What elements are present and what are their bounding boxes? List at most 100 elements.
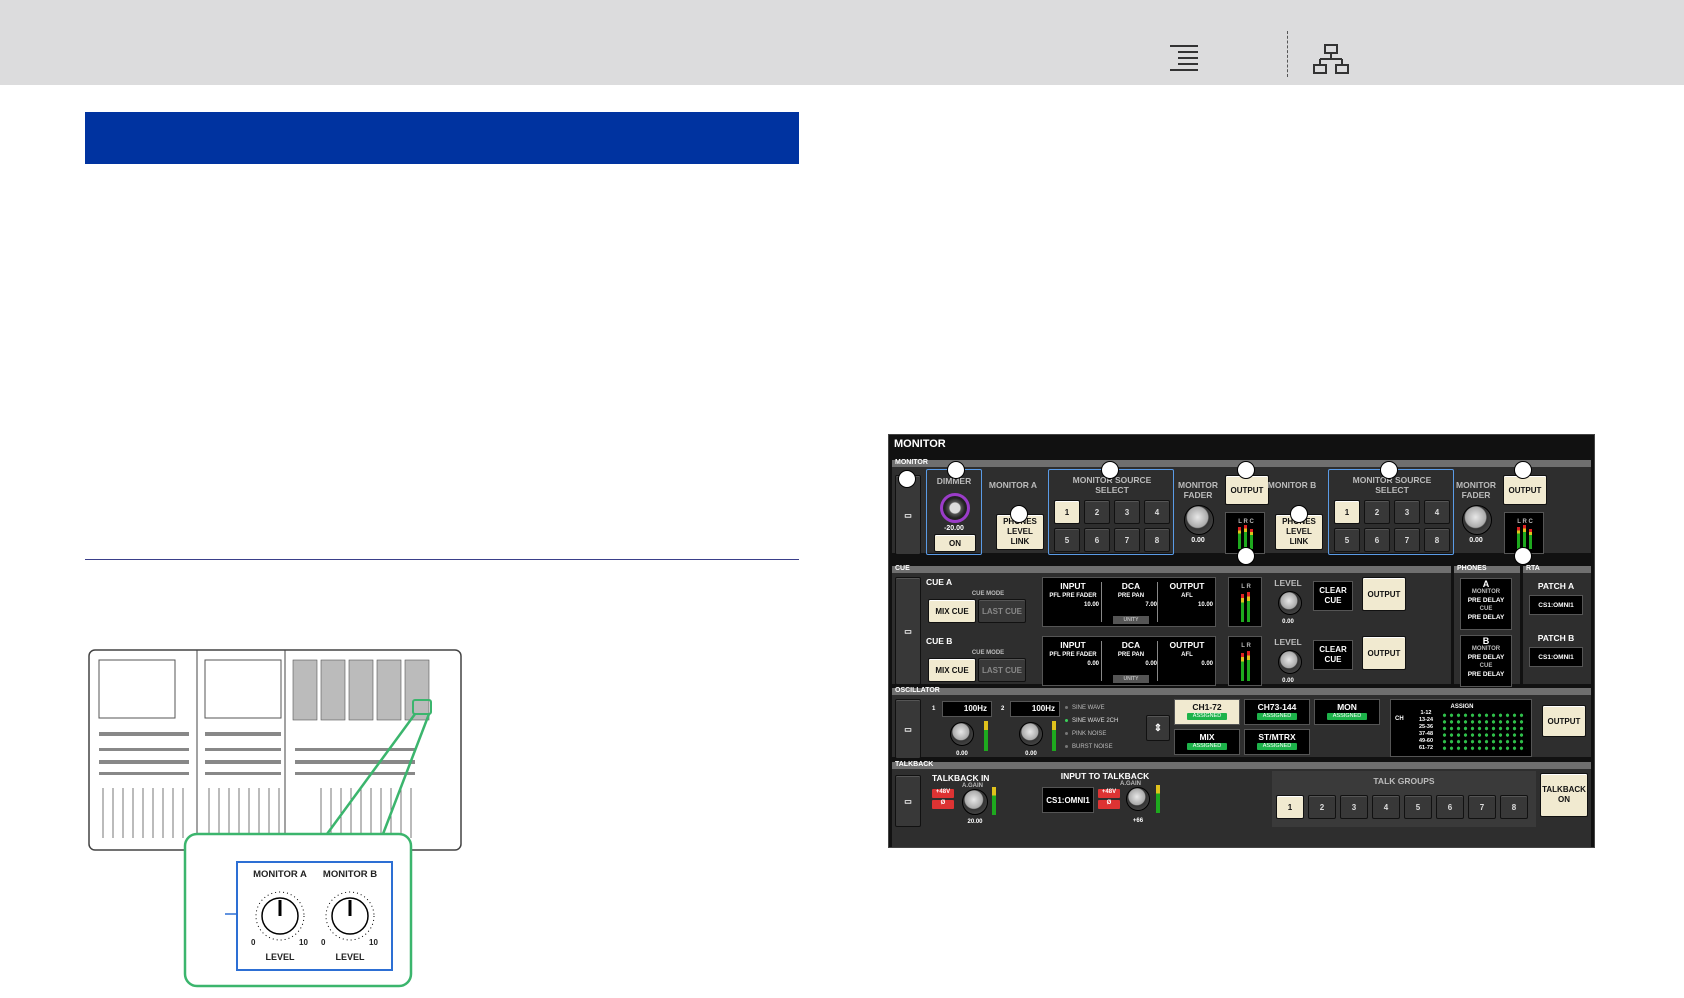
- section-header-bar: [85, 112, 799, 164]
- monitor-a-source-5[interactable]: 5: [1054, 528, 1080, 552]
- monitor-b-source-4[interactable]: 4: [1424, 500, 1450, 524]
- phones-b-cue: CUE: [1479, 663, 1493, 669]
- monitor-b-source-7[interactable]: 7: [1394, 528, 1420, 552]
- cue-b-mix-cue-button[interactable]: MIX CUE: [928, 658, 976, 682]
- osc-mode-3[interactable]: PINK NOISE: [1072, 729, 1144, 739]
- osc-mode-1[interactable]: SINE WAVE: [1072, 703, 1144, 713]
- dimmer-on-button[interactable]: ON: [934, 534, 976, 552]
- cue-b-last-cue-button[interactable]: LAST CUE: [978, 658, 1026, 682]
- osc-mode-spinner[interactable]: ⇕: [1146, 715, 1170, 741]
- talk-group-6[interactable]: 6: [1436, 795, 1464, 819]
- osc-group-4[interactable]: MIX ASSIGNED: [1174, 729, 1240, 755]
- sitemap-icon[interactable]: [1313, 43, 1349, 75]
- monitor-a-label: MONITOR A: [988, 480, 1038, 490]
- talkback-section: TALKBACK ▭ TALKBACK IN A.GAIN +48V Ø 20.…: [892, 761, 1591, 847]
- cue-a-mix-cue-button[interactable]: MIX CUE: [928, 599, 976, 623]
- cue-a-output-title: OUTPUT: [1169, 581, 1205, 591]
- osc-group-1[interactable]: CH1-72 ASSIGNED: [1174, 699, 1240, 725]
- osc-ch1-level-knob[interactable]: [950, 722, 974, 746]
- cue-a-last-cue-button[interactable]: LAST CUE: [978, 599, 1026, 623]
- top-toolbar: [0, 0, 1684, 85]
- cue-b-unity-button[interactable]: UNITY: [1113, 675, 1149, 683]
- talkback-in-gain-knob[interactable]: [962, 789, 988, 815]
- talk-group-7[interactable]: 7: [1468, 795, 1496, 819]
- monitor-a-source-1[interactable]: 1: [1054, 500, 1080, 524]
- osc-mode-dot-3: [1065, 732, 1068, 735]
- input-to-talkback-gain-knob[interactable]: [1126, 787, 1150, 811]
- rta-section-label: RTA: [1526, 565, 1540, 572]
- knob-a-label: MONITOR A: [253, 869, 307, 880]
- osc-group-5[interactable]: ST/MTRX ASSIGNED: [1244, 729, 1310, 755]
- phones-a-cue: CUE: [1479, 606, 1493, 612]
- cue-a-unity-button[interactable]: UNITY: [1113, 616, 1149, 624]
- cue-b-clear-cue-button[interactable]: CLEAR CUE: [1313, 640, 1353, 670]
- input-to-talkback-patch[interactable]: CS1:OMNI1: [1042, 787, 1094, 813]
- cue-popup-button[interactable]: ▭: [895, 577, 921, 685]
- cue-b-dca-title: DCA: [1121, 640, 1141, 650]
- cue-b-output-button[interactable]: OUTPUT: [1362, 636, 1406, 670]
- monitor-a-fader-value: 0.00: [1191, 537, 1205, 544]
- cue-a-clear-cue-button[interactable]: CLEAR CUE: [1313, 581, 1353, 611]
- osc-assign-grid: [1441, 712, 1527, 752]
- osc-mode-2[interactable]: SINE WAVE 2CH: [1072, 716, 1144, 726]
- talk-group-8[interactable]: 8: [1500, 795, 1528, 819]
- oscillator-popup-button[interactable]: ▭: [895, 699, 921, 759]
- input-to-talkback-phase[interactable]: Ø: [1098, 800, 1120, 809]
- talk-group-5[interactable]: 5: [1404, 795, 1432, 819]
- monitor-a-source-3[interactable]: 3: [1114, 500, 1140, 524]
- talk-group-2[interactable]: 2: [1308, 795, 1336, 819]
- monitor-a-source-2[interactable]: 2: [1084, 500, 1110, 524]
- monitor-a-fader-knob[interactable]: [1184, 505, 1214, 535]
- phones-b-panel[interactable]: B MONITOR PRE DELAY CUE PRE DELAY: [1460, 635, 1512, 687]
- talkback-popup-button[interactable]: ▭: [895, 775, 921, 827]
- monitor-a-output-button[interactable]: OUTPUT: [1225, 475, 1269, 505]
- talkback-in-phase[interactable]: Ø: [932, 800, 954, 809]
- osc-ch1-meter: [984, 721, 988, 751]
- monitor-a-source-7[interactable]: 7: [1114, 528, 1140, 552]
- monitor-a-source-6[interactable]: 6: [1084, 528, 1110, 552]
- horizontal-rule: [85, 559, 799, 560]
- talkback-in-phantom[interactable]: +48V: [932, 789, 954, 798]
- toc-icon[interactable]: [1168, 44, 1200, 72]
- monitor-b-source-8[interactable]: 8: [1424, 528, 1450, 552]
- osc-assign-panel[interactable]: ASSIGN CH 1-12 13-24 25-36 37-48 49-60 61-72: [1390, 699, 1532, 757]
- cue-a-cue-info-panel[interactable]: INPUT PFL PRE FADER 10.00 DCA PRE PAN 7.00 OUT…: [1042, 577, 1216, 627]
- monitor-b-source-2[interactable]: 2: [1364, 500, 1390, 524]
- talk-group-3[interactable]: 3: [1340, 795, 1368, 819]
- osc-range-4: 37-48: [1418, 731, 1434, 737]
- osc-output-button[interactable]: OUTPUT: [1542, 705, 1586, 737]
- phones-a-panel[interactable]: A MONITOR PRE DELAY CUE PRE DELAY: [1460, 578, 1512, 630]
- cue-a-output-button[interactable]: OUTPUT: [1362, 577, 1406, 611]
- monitor-b-source-6[interactable]: 6: [1364, 528, 1390, 552]
- monitor-b-output-button[interactable]: OUTPUT: [1503, 475, 1547, 505]
- osc-ch1-frequency[interactable]: 100Hz: [942, 701, 992, 717]
- osc-group-2[interactable]: CH73-144 ASSIGNED: [1244, 699, 1310, 725]
- monitor-b-fader-knob[interactable]: [1462, 505, 1492, 535]
- talk-group-4[interactable]: 4: [1372, 795, 1400, 819]
- monitor-a-source-8[interactable]: 8: [1144, 528, 1170, 552]
- cue-section-label: CUE: [895, 565, 910, 572]
- monitor-b-source-5[interactable]: 5: [1334, 528, 1360, 552]
- rta-patch-a-button[interactable]: CS1:OMNI1: [1529, 595, 1583, 615]
- osc-ch2-level-knob[interactable]: [1019, 722, 1043, 746]
- osc-ch2-frequency[interactable]: 100Hz: [1010, 701, 1060, 717]
- callout-9: [1514, 461, 1532, 479]
- osc-group-3[interactable]: MON ASSIGNED: [1314, 699, 1380, 725]
- osc-range-1: 1-12: [1420, 710, 1432, 716]
- talkback-on-button[interactable]: TALKBACK ON: [1540, 773, 1588, 817]
- talk-group-1[interactable]: 1: [1276, 795, 1304, 819]
- osc-mode-4[interactable]: BURST NOISE: [1072, 742, 1144, 752]
- cue-a-level-knob[interactable]: [1278, 591, 1302, 615]
- cue-b-level-value: 0.00: [1282, 678, 1294, 684]
- osc-group-2-tag: ASSIGNED: [1257, 713, 1297, 720]
- monitor-b-source-1[interactable]: 1: [1334, 500, 1360, 524]
- dimmer-knob[interactable]: [940, 493, 970, 523]
- monitor-a-source-4[interactable]: 4: [1144, 500, 1170, 524]
- cue-b-cue-info-panel[interactable]: INPUT PFL PRE FADER 0.00 DCA PRE PAN 0.00 OUTP…: [1042, 636, 1216, 686]
- knob-b-scale-max: 10: [369, 938, 378, 947]
- cue-b-mode-label: CUE MODE: [971, 650, 1005, 656]
- input-to-talkback-phantom[interactable]: +48V: [1098, 789, 1120, 798]
- rta-patch-b-button[interactable]: CS1:OMNI1: [1529, 647, 1583, 667]
- cue-b-level-knob[interactable]: [1278, 650, 1302, 674]
- monitor-b-source-3[interactable]: 3: [1394, 500, 1420, 524]
